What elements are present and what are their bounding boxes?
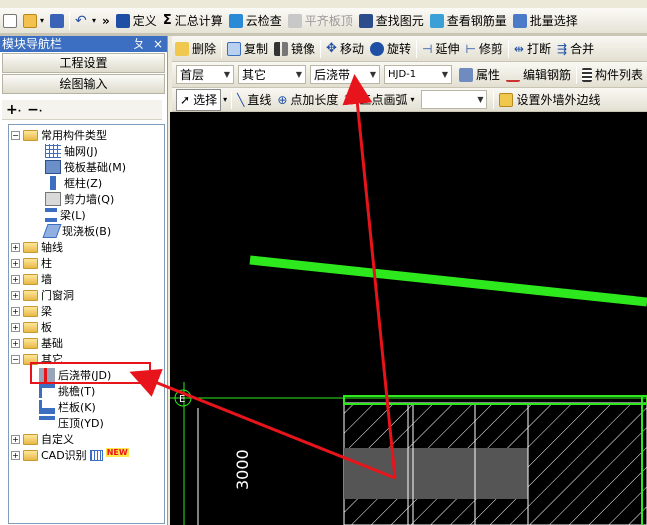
arrow-to-dropdown	[342, 74, 397, 479]
arrow-to-tree-item	[129, 368, 396, 480]
annotation-arrows	[129, 74, 397, 480]
